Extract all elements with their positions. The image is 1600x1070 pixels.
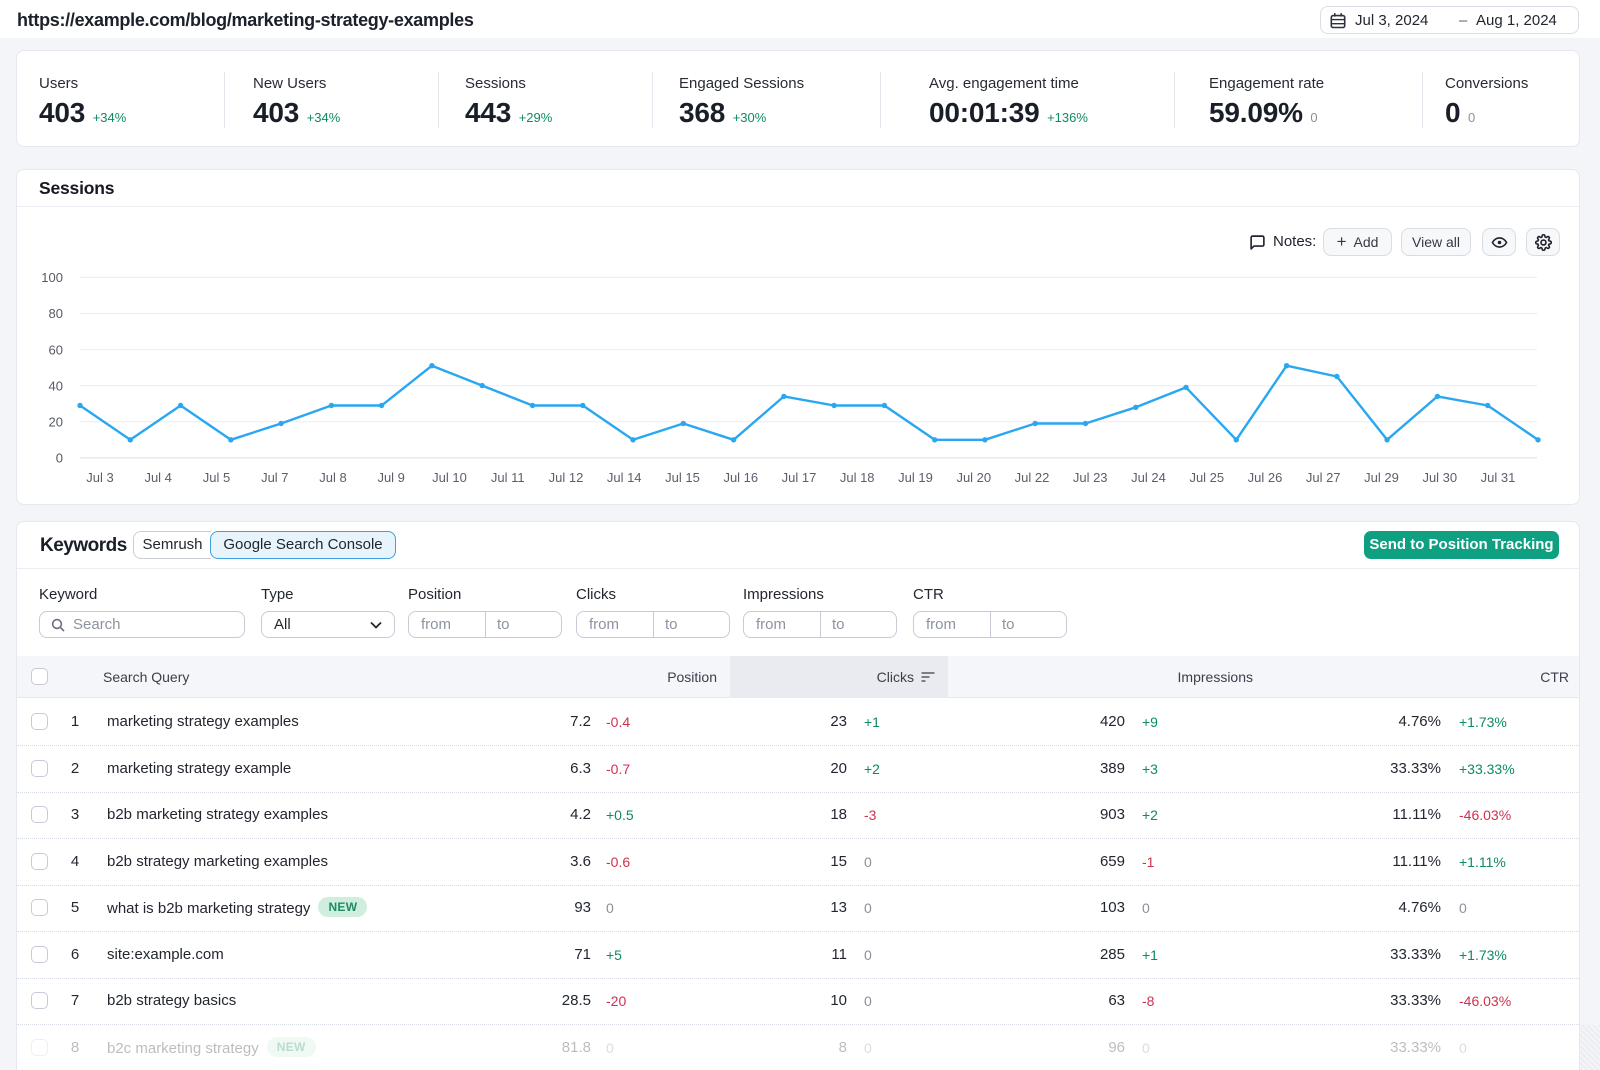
svg-text:Jul 16: Jul 16 — [723, 470, 758, 485]
svg-text:Jul 27: Jul 27 — [1306, 470, 1341, 485]
svg-text:Jul 23: Jul 23 — [1073, 470, 1108, 485]
svg-text:Jul 12: Jul 12 — [549, 470, 584, 485]
svg-text:Jul 18: Jul 18 — [840, 470, 875, 485]
svg-text:Jul 14: Jul 14 — [607, 470, 642, 485]
svg-text:100: 100 — [41, 270, 63, 285]
svg-text:Jul 8: Jul 8 — [319, 470, 346, 485]
svg-text:Jul 10: Jul 10 — [432, 470, 467, 485]
svg-text:Jul 19: Jul 19 — [898, 470, 933, 485]
svg-text:Jul 31: Jul 31 — [1481, 470, 1516, 485]
svg-text:Jul 26: Jul 26 — [1248, 470, 1283, 485]
svg-text:Jul 25: Jul 25 — [1189, 470, 1224, 485]
svg-text:Jul 22: Jul 22 — [1015, 470, 1050, 485]
svg-text:0: 0 — [56, 451, 63, 466]
svg-text:Jul 17: Jul 17 — [782, 470, 817, 485]
svg-text:Jul 3: Jul 3 — [86, 470, 113, 485]
svg-text:Jul 9: Jul 9 — [377, 470, 404, 485]
svg-text:Jul 30: Jul 30 — [1422, 470, 1457, 485]
svg-text:Jul 24: Jul 24 — [1131, 470, 1166, 485]
svg-text:Jul 15: Jul 15 — [665, 470, 700, 485]
svg-text:Jul 5: Jul 5 — [203, 470, 230, 485]
svg-text:Jul 11: Jul 11 — [491, 470, 525, 485]
svg-text:Jul 20: Jul 20 — [956, 470, 991, 485]
svg-text:Jul 4: Jul 4 — [144, 470, 171, 485]
svg-text:Jul 29: Jul 29 — [1364, 470, 1399, 485]
svg-text:40: 40 — [49, 379, 63, 394]
svg-text:60: 60 — [49, 343, 63, 358]
svg-text:80: 80 — [49, 306, 63, 321]
svg-text:Jul 7: Jul 7 — [261, 470, 288, 485]
svg-text:20: 20 — [49, 415, 63, 430]
